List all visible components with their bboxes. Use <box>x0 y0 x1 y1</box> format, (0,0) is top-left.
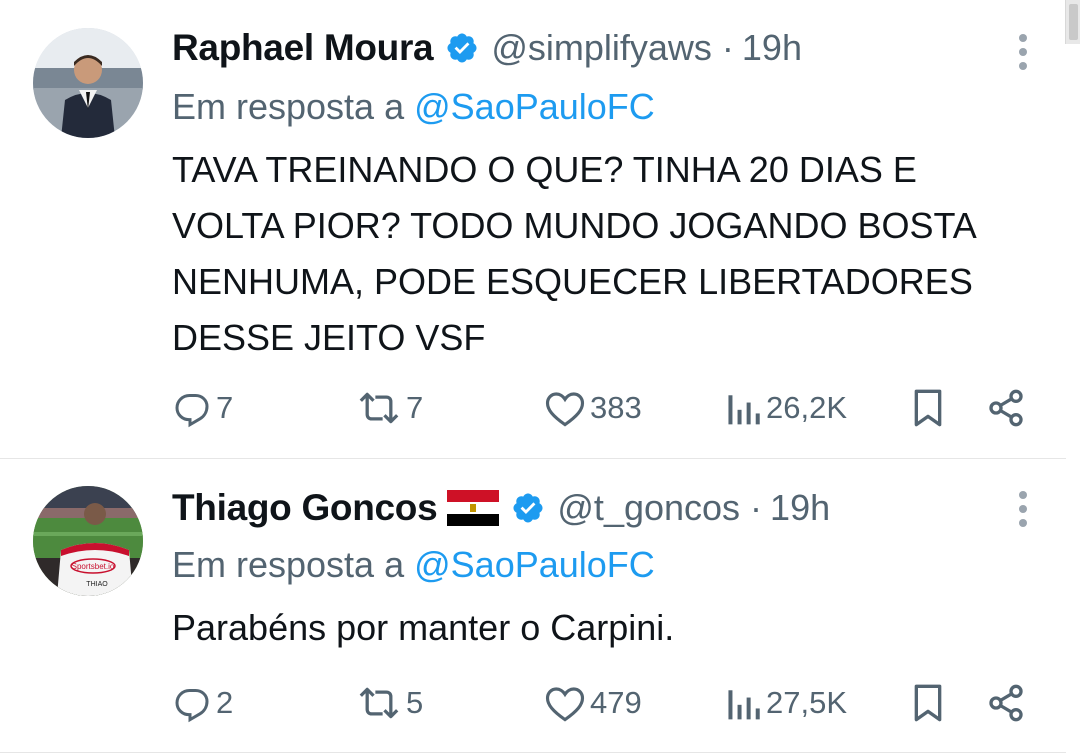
tweet[interactable]: Sportsbet.io THIAO Thiago Goncos @t_gonc… <box>0 459 1066 753</box>
more-options-icon[interactable] <box>1018 32 1028 72</box>
retweet-count: 7 <box>406 390 424 425</box>
share-icon <box>989 684 1023 722</box>
display-name[interactable]: Thiago Goncos <box>172 487 438 529</box>
bookmark-icon <box>914 684 942 722</box>
tweet[interactable]: Raphael Moura @simplifyaws · 19h Em resp… <box>0 0 1066 459</box>
views-button[interactable]: 26,2K <box>724 386 847 430</box>
display-name[interactable]: Raphael Moura <box>172 27 434 69</box>
scrollbar[interactable] <box>1065 0 1080 44</box>
view-count: 27,5K <box>766 685 848 720</box>
views-button[interactable]: 27,5K <box>724 681 847 725</box>
share-button[interactable] <box>986 386 1026 430</box>
like-icon <box>545 392 585 427</box>
reply-mention-link[interactable]: @SaoPauloFC <box>414 86 655 127</box>
retweet-button[interactable]: 5 <box>356 681 423 725</box>
tweet-text: TAVA TREINANDO O QUE? TINHA 20 DIAS E VO… <box>172 149 975 358</box>
egypt-flag-emoji <box>447 490 500 526</box>
retweet-button[interactable]: 7 <box>356 386 423 430</box>
tweet-header: Raphael Moura @simplifyaws · 19h <box>172 24 802 72</box>
separator-dot: · <box>721 27 734 68</box>
tweet-actions: 7 7 383 26,2K <box>172 386 1026 430</box>
view-count: 26,2K <box>766 390 848 425</box>
bookmark-button[interactable] <box>910 681 946 725</box>
avatar[interactable] <box>33 28 143 138</box>
avatar-jersey-sponsor: Sportsbet.io <box>72 562 115 571</box>
like-button[interactable]: 479 <box>544 681 642 725</box>
bookmark-icon <box>914 389 942 427</box>
avatar-image <box>33 28 143 138</box>
views-icon <box>728 690 760 720</box>
tweet-text: Parabéns por manter o Carpini. <box>172 607 675 648</box>
timestamp[interactable]: 19h <box>770 487 830 529</box>
reply-button[interactable]: 2 <box>172 681 233 725</box>
reply-button[interactable]: 7 <box>172 386 233 430</box>
views-icon <box>728 395 760 425</box>
like-button[interactable]: 383 <box>544 386 642 430</box>
like-count: 479 <box>590 685 642 720</box>
verified-badge-icon <box>447 33 477 63</box>
reply-context: Em resposta a @SaoPauloFC <box>172 544 655 586</box>
reply-count: 7 <box>216 390 234 425</box>
bookmark-button[interactable] <box>910 386 946 430</box>
avatar[interactable]: Sportsbet.io THIAO <box>33 486 143 596</box>
avatar-image: Sportsbet.io THIAO <box>33 486 143 596</box>
reply-mention-link[interactable]: @SaoPauloFC <box>414 544 655 585</box>
share-button[interactable] <box>986 681 1026 725</box>
user-handle[interactable]: @simplifyaws <box>491 27 712 69</box>
more-options-icon[interactable] <box>1018 489 1028 529</box>
separator-dot: · <box>750 487 763 528</box>
retweet-icon <box>359 392 399 424</box>
reply-count: 2 <box>216 685 234 720</box>
reply-prefix: Em resposta a <box>172 86 405 127</box>
tweet-actions: 2 5 479 27,5K <box>172 681 1026 725</box>
like-icon <box>545 687 585 722</box>
tweet-header: Thiago Goncos @t_goncos · 19h <box>172 484 830 532</box>
reply-icon <box>175 394 209 428</box>
scrollbar-thumb[interactable] <box>1069 4 1078 40</box>
avatar-jersey-name: THIAO <box>86 581 108 588</box>
like-count: 383 <box>590 390 642 425</box>
verified-badge-icon <box>513 493 543 523</box>
user-handle[interactable]: @t_goncos <box>557 487 740 529</box>
reply-prefix: Em resposta a <box>172 544 405 585</box>
share-icon <box>989 389 1023 427</box>
reply-context: Em resposta a @SaoPauloFC <box>172 86 655 128</box>
retweet-icon <box>359 687 399 719</box>
retweet-count: 5 <box>406 685 424 720</box>
timestamp[interactable]: 19h <box>742 27 802 69</box>
reply-icon <box>175 689 209 723</box>
